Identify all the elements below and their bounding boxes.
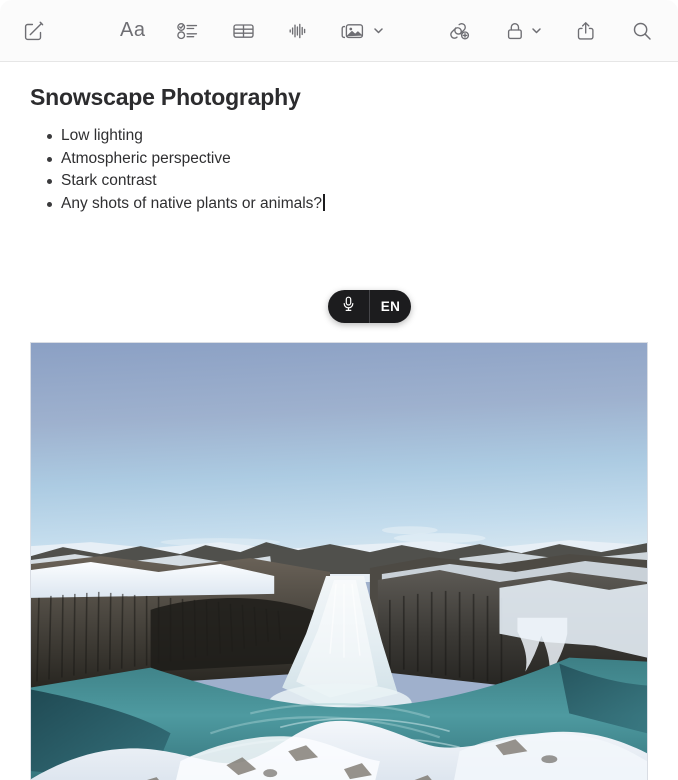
list-item[interactable]: Any shots of native plants or animals? (30, 193, 678, 216)
photo-illustration (31, 343, 647, 780)
checklist-button[interactable] (175, 19, 201, 43)
share-icon (575, 19, 598, 43)
compose-icon (22, 19, 46, 43)
lock-control (504, 19, 543, 43)
toolbar-group-insert (231, 19, 310, 43)
notes-window: Aa Snowscape Photography Low lighting At… (0, 0, 678, 780)
waterfall-photo[interactable] (30, 342, 648, 780)
toolbar-group-format: Aa (120, 19, 201, 43)
format-button[interactable]: Aa (120, 19, 145, 42)
list-item[interactable]: Low lighting (30, 125, 678, 148)
search-icon (630, 19, 654, 43)
add-link-icon (446, 19, 472, 43)
table-icon (231, 19, 256, 43)
search-button[interactable] (630, 19, 654, 43)
list-item-label: Low lighting (61, 127, 143, 144)
lock-icon (504, 19, 526, 43)
page-title: Snowscape Photography (30, 84, 301, 110)
media-button[interactable] (340, 19, 368, 43)
toolbar-group-media (340, 19, 385, 43)
table-button[interactable] (231, 19, 256, 43)
dictation-mic-button[interactable] (328, 290, 369, 323)
lock-button[interactable] (504, 19, 526, 43)
dictation-language-label: EN (380, 299, 401, 314)
list-item[interactable]: Atmospheric perspective (30, 148, 678, 171)
note-body[interactable]: Snowscape Photography Low lighting Atmos… (0, 62, 678, 780)
list-item[interactable]: Stark contrast (30, 170, 678, 193)
chevron-down-icon[interactable] (530, 24, 543, 37)
compose-note-button[interactable] (22, 19, 46, 43)
link-button[interactable] (446, 19, 472, 43)
bullet-list: Low lighting Atmospheric perspective Sta… (0, 125, 678, 215)
share-button[interactable] (575, 19, 598, 43)
text-cursor (323, 193, 325, 211)
audio-waveform-icon (286, 19, 310, 43)
media-photo-icon (340, 19, 368, 43)
dictation-pill[interactable]: EN (328, 290, 411, 323)
toolbar: Aa (0, 0, 678, 62)
format-aa-icon: Aa (120, 19, 146, 41)
dictation-language-button[interactable]: EN (370, 290, 411, 323)
toolbar-group-compose (22, 19, 46, 43)
checklist-icon (175, 19, 201, 43)
list-item-label: Any shots of native plants or animals? (61, 194, 323, 212)
list-item-label: Stark contrast (61, 172, 157, 189)
toolbar-group-actions (446, 19, 654, 43)
audio-button[interactable] (286, 19, 310, 43)
chevron-down-icon[interactable] (372, 24, 385, 37)
microphone-icon (341, 295, 356, 318)
list-item-label: Atmospheric perspective (61, 149, 231, 167)
